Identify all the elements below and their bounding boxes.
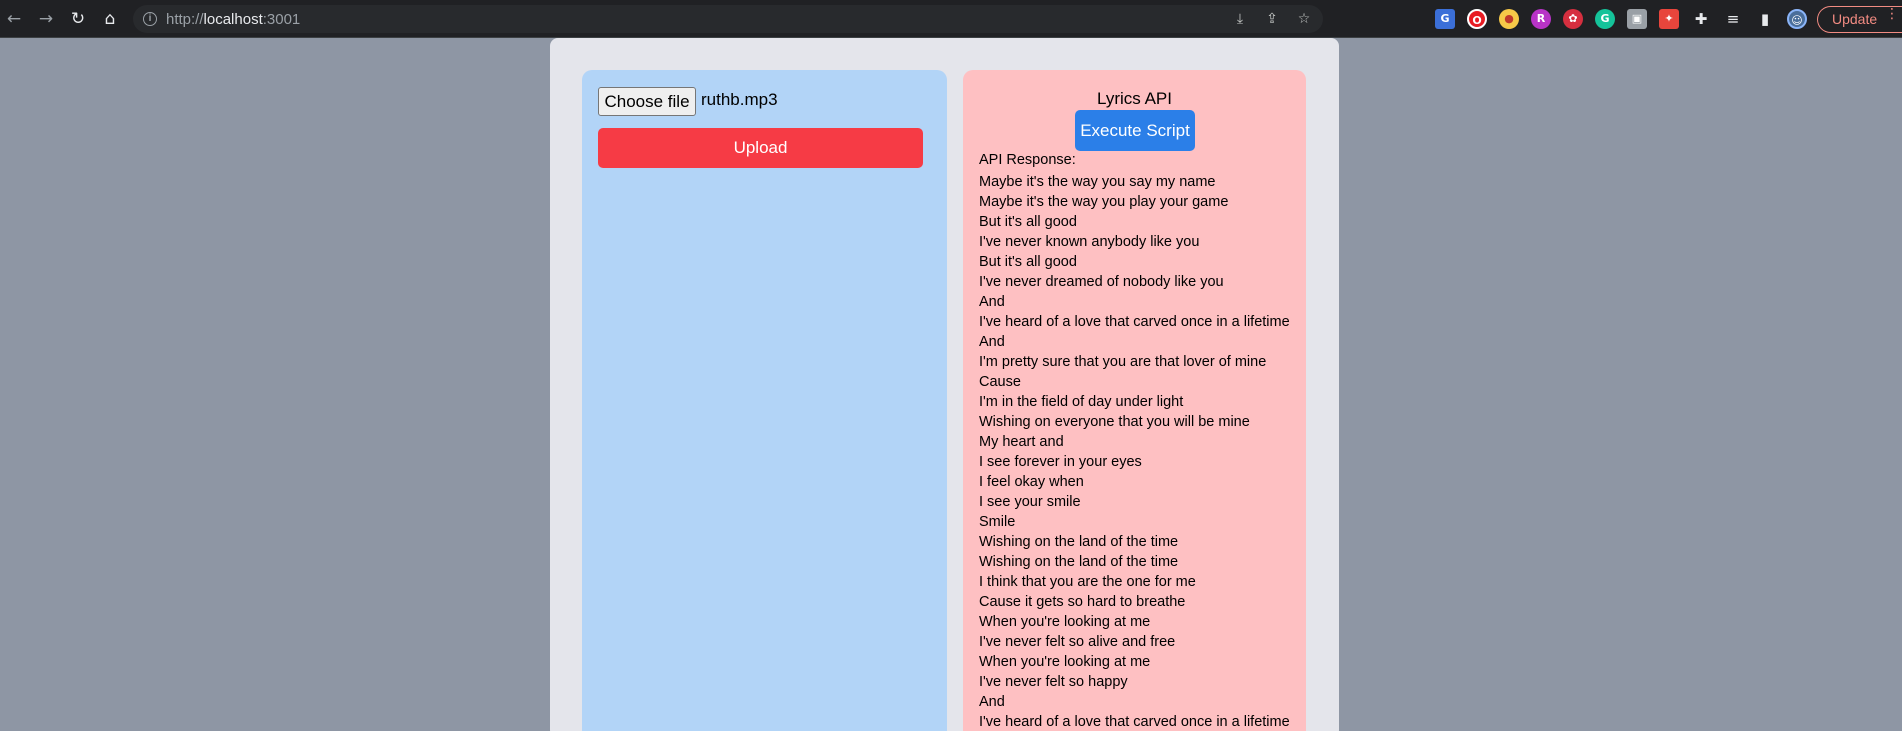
lyric-line: I'm in the field of day under light xyxy=(979,394,1184,410)
lyric-line: I've heard of a love that carved once in… xyxy=(979,314,1290,330)
bookmark-star-icon[interactable]: ☆ xyxy=(1295,10,1313,28)
lyric-line: I feel okay when xyxy=(979,474,1084,490)
lyric-line: When you're looking at me xyxy=(979,654,1151,670)
extension-icon[interactable]: R xyxy=(1531,9,1551,29)
forward-icon[interactable]: → xyxy=(35,8,57,30)
lyric-line: Wishing on everyone that you will be min… xyxy=(979,414,1250,430)
lyric-line: Wishing on the land of the time xyxy=(979,534,1179,550)
lyric-line: Smile xyxy=(979,514,1016,530)
lyric-line: I'm pretty sure that you are that lover … xyxy=(979,354,1267,370)
lyric-line: When you're looking at me xyxy=(979,614,1151,630)
lyric-line: I've never dreamed of nobody like you xyxy=(979,274,1224,290)
extension-icon[interactable]: ● xyxy=(1499,9,1519,29)
site-info-icon[interactable]: i xyxy=(143,12,157,26)
lyric-line: I see your smile xyxy=(979,494,1081,510)
choose-file-button[interactable]: Choose file xyxy=(598,87,696,116)
lyrics-panel: Lyrics API Execute Script API Response: … xyxy=(963,70,1306,731)
upload-button[interactable]: Upload xyxy=(598,128,923,168)
browser-toolbar: ← → ↻ ⌂ i http://localhost:3001 ⤓ ⇪ ☆ G … xyxy=(0,0,1902,38)
lyric-line: Maybe it's the way you say my name xyxy=(979,174,1216,190)
share-icon[interactable]: ⇪ xyxy=(1263,10,1281,28)
lyric-line: I think that you are the one for me xyxy=(979,574,1196,590)
api-response-label: API Response: xyxy=(979,152,1076,168)
lyric-line: And xyxy=(979,294,1005,310)
extension-icon[interactable]: ✦ xyxy=(1659,9,1679,29)
extension-icon[interactable]: ✿ xyxy=(1563,9,1583,29)
lyric-line: And xyxy=(979,334,1005,350)
app-container: Choose file ruthb.mp3 Upload Lyrics API … xyxy=(550,38,1339,731)
extensions-puzzle-icon[interactable]: ✚ xyxy=(1691,9,1711,29)
install-app-icon[interactable]: ⤓ xyxy=(1231,10,1249,28)
url-text[interactable]: http://localhost:3001 xyxy=(166,11,300,28)
lyric-line: I see forever in your eyes xyxy=(979,454,1142,470)
grammarly-extension-icon[interactable]: G xyxy=(1595,9,1615,29)
lyric-line: I've never felt so alive and free xyxy=(979,634,1176,650)
translate-extension-icon[interactable]: G xyxy=(1435,9,1455,29)
kebab-menu-icon[interactable]: ⋮ xyxy=(1885,6,1899,20)
lyric-line: I've never known anybody like you xyxy=(979,234,1200,250)
profile-avatar[interactable]: ☺ xyxy=(1787,9,1807,29)
execute-script-button[interactable]: Execute Script xyxy=(1075,110,1195,151)
upload-panel: Choose file ruthb.mp3 Upload xyxy=(582,70,947,731)
lyric-line: Cause xyxy=(979,374,1021,390)
selected-file-name: ruthb.mp3 xyxy=(701,90,778,109)
opera-extension-icon[interactable]: O xyxy=(1467,9,1487,29)
lyric-line: Maybe it's the way you play your game xyxy=(979,194,1229,210)
home-icon[interactable]: ⌂ xyxy=(99,8,121,30)
lyrics-api-title: Lyrics API xyxy=(1097,89,1172,108)
lyric-line: My heart and xyxy=(979,434,1064,450)
lyric-line: And xyxy=(979,694,1005,710)
address-bar[interactable]: i http://localhost:3001 ⤓ ⇪ ☆ xyxy=(133,5,1323,33)
lyric-line: I've never felt so happy xyxy=(979,674,1128,690)
back-icon[interactable]: ← xyxy=(3,8,25,30)
lyric-line: Cause it gets so hard to breathe xyxy=(979,594,1186,610)
reload-icon[interactable]: ↻ xyxy=(67,8,89,30)
lyric-line: Wishing on the land of the time xyxy=(979,554,1179,570)
side-panel-icon[interactable]: ▮ xyxy=(1755,9,1775,29)
lyric-line: I've heard of a love that carved once in… xyxy=(979,714,1290,730)
lyric-line: But it's all good xyxy=(979,214,1077,230)
lyric-line: But it's all good xyxy=(979,254,1077,270)
extension-icon[interactable]: ▣ xyxy=(1627,9,1647,29)
lyrics-list: Maybe it's the way you say my name Maybe … xyxy=(979,172,1309,731)
reading-list-icon[interactable]: ≡ xyxy=(1723,9,1743,29)
